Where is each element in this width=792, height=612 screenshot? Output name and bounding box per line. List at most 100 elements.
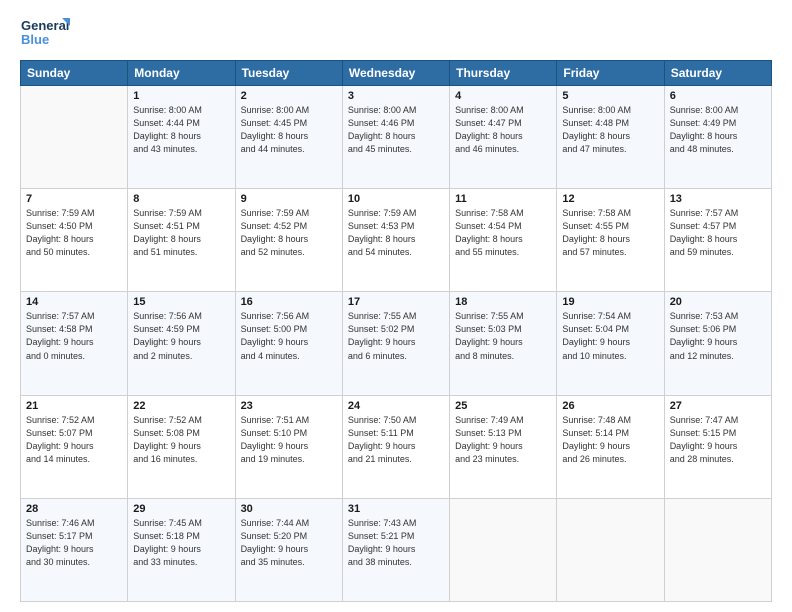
day-info: Sunrise: 8:00 AMSunset: 4:47 PMDaylight:…: [455, 104, 551, 156]
calendar-week-row: 1 Sunrise: 8:00 AMSunset: 4:44 PMDaylight…: [21, 86, 772, 189]
svg-text:Blue: Blue: [21, 32, 49, 47]
day-info: Sunrise: 8:00 AMSunset: 4:44 PMDaylight:…: [133, 104, 229, 156]
calendar-cell: [450, 498, 557, 601]
day-info: Sunrise: 7:57 AMSunset: 4:57 PMDaylight:…: [670, 207, 766, 259]
header-day: Monday: [128, 61, 235, 86]
header-day: Wednesday: [342, 61, 449, 86]
day-number: 11: [455, 193, 551, 205]
day-number: 22: [133, 400, 229, 412]
day-number: 13: [670, 193, 766, 205]
day-number: 6: [670, 90, 766, 102]
day-info: Sunrise: 8:00 AMSunset: 4:46 PMDaylight:…: [348, 104, 444, 156]
calendar-cell: 24Sunrise: 7:50 AMSunset: 5:11 PMDayligh…: [342, 395, 449, 498]
calendar-cell: 1 Sunrise: 8:00 AMSunset: 4:44 PMDaylight…: [128, 86, 235, 189]
header-row: SundayMondayTuesdayWednesdayThursdayFrid…: [21, 61, 772, 86]
calendar-cell: 29Sunrise: 7:45 AMSunset: 5:18 PMDayligh…: [128, 498, 235, 601]
calendar-cell: 28 Sunrise: 7:46 AMSunset: 5:17 PMDayligh…: [21, 498, 128, 601]
calendar-week-row: 14Sunrise: 7:57 AMSunset: 4:58 PMDayligh…: [21, 292, 772, 395]
header-day: Tuesday: [235, 61, 342, 86]
day-info: Sunrise: 7:55 AMSunset: 5:02 PMDaylight:…: [348, 310, 444, 362]
day-info: Sunrise: 7:45 AMSunset: 5:18 PMDaylight:…: [133, 517, 229, 569]
calendar-table: SundayMondayTuesdayWednesdayThursdayFrid…: [20, 60, 772, 602]
day-info: Sunrise: 7:52 AMSunset: 5:07 PMDaylight:…: [26, 414, 122, 466]
day-info: Sunrise: 7:52 AMSunset: 5:08 PMDaylight:…: [133, 414, 229, 466]
day-number: 28: [26, 503, 122, 515]
day-number: 9: [241, 193, 337, 205]
calendar-cell: 19 Sunrise: 7:54 AMSunset: 5:04 PMDayligh…: [557, 292, 664, 395]
day-number: 23: [241, 400, 337, 412]
day-info: Sunrise: 7:59 AMSunset: 4:50 PMDaylight:…: [26, 207, 122, 259]
calendar-cell: 17 Sunrise: 7:55 AMSunset: 5:02 PMDayligh…: [342, 292, 449, 395]
calendar-cell: 6 Sunrise: 8:00 AMSunset: 4:49 PMDaylight…: [664, 86, 771, 189]
calendar-cell: 9 Sunrise: 7:59 AMSunset: 4:52 PMDaylight…: [235, 189, 342, 292]
calendar-cell: 16 Sunrise: 7:56 AMSunset: 5:00 PMDayligh…: [235, 292, 342, 395]
calendar-cell: 7 Sunrise: 7:59 AMSunset: 4:50 PMDaylight…: [21, 189, 128, 292]
day-info: Sunrise: 7:47 AMSunset: 5:15 PMDaylight:…: [670, 414, 766, 466]
calendar-cell: 10 Sunrise: 7:59 AMSunset: 4:53 PMDayligh…: [342, 189, 449, 292]
page-header: General Blue: [20, 16, 772, 52]
day-number: 31: [348, 503, 444, 515]
day-info: Sunrise: 7:59 AMSunset: 4:51 PMDaylight:…: [133, 207, 229, 259]
day-info: Sunrise: 7:55 AMSunset: 5:03 PMDaylight:…: [455, 310, 551, 362]
day-info: Sunrise: 7:49 AMSunset: 5:13 PMDaylight:…: [455, 414, 551, 466]
calendar-cell: 27 Sunrise: 7:47 AMSunset: 5:15 PMDayligh…: [664, 395, 771, 498]
day-number: 7: [26, 193, 122, 205]
calendar-cell: 14Sunrise: 7:57 AMSunset: 4:58 PMDayligh…: [21, 292, 128, 395]
day-info: Sunrise: 8:00 AMSunset: 4:49 PMDaylight:…: [670, 104, 766, 156]
calendar-cell: 18Sunrise: 7:55 AMSunset: 5:03 PMDayligh…: [450, 292, 557, 395]
calendar-cell: 2Sunrise: 8:00 AMSunset: 4:45 PMDaylight…: [235, 86, 342, 189]
day-number: 2: [241, 90, 337, 102]
day-info: Sunrise: 7:43 AMSunset: 5:21 PMDaylight:…: [348, 517, 444, 569]
calendar-week-row: 7 Sunrise: 7:59 AMSunset: 4:50 PMDaylight…: [21, 189, 772, 292]
header-day: Sunday: [21, 61, 128, 86]
calendar-cell: 15 Sunrise: 7:56 AMSunset: 4:59 PMDayligh…: [128, 292, 235, 395]
calendar-week-row: 21 Sunrise: 7:52 AMSunset: 5:07 PMDayligh…: [21, 395, 772, 498]
day-number: 10: [348, 193, 444, 205]
day-number: 19: [562, 296, 658, 308]
day-number: 8: [133, 193, 229, 205]
day-info: Sunrise: 7:46 AMSunset: 5:17 PMDaylight:…: [26, 517, 122, 569]
calendar-cell: 25 Sunrise: 7:49 AMSunset: 5:13 PMDayligh…: [450, 395, 557, 498]
day-number: 21: [26, 400, 122, 412]
day-info: Sunrise: 7:58 AMSunset: 4:54 PMDaylight:…: [455, 207, 551, 259]
day-number: 16: [241, 296, 337, 308]
calendar-cell: 21 Sunrise: 7:52 AMSunset: 5:07 PMDayligh…: [21, 395, 128, 498]
day-number: 1: [133, 90, 229, 102]
calendar-cell: [557, 498, 664, 601]
day-info: Sunrise: 7:53 AMSunset: 5:06 PMDaylight:…: [670, 310, 766, 362]
day-info: Sunrise: 7:54 AMSunset: 5:04 PMDaylight:…: [562, 310, 658, 362]
calendar-cell: 23 Sunrise: 7:51 AMSunset: 5:10 PMDayligh…: [235, 395, 342, 498]
day-info: Sunrise: 7:51 AMSunset: 5:10 PMDaylight:…: [241, 414, 337, 466]
calendar-cell: 26Sunrise: 7:48 AMSunset: 5:14 PMDayligh…: [557, 395, 664, 498]
day-info: Sunrise: 7:56 AMSunset: 5:00 PMDaylight:…: [241, 310, 337, 362]
day-number: 15: [133, 296, 229, 308]
calendar-cell: 3Sunrise: 8:00 AMSunset: 4:46 PMDaylight…: [342, 86, 449, 189]
day-info: Sunrise: 7:44 AMSunset: 5:20 PMDaylight:…: [241, 517, 337, 569]
logo-svg: General Blue: [20, 16, 70, 52]
calendar-cell: 11 Sunrise: 7:58 AMSunset: 4:54 PMDayligh…: [450, 189, 557, 292]
calendar-cell: 4Sunrise: 8:00 AMSunset: 4:47 PMDaylight…: [450, 86, 557, 189]
day-number: 12: [562, 193, 658, 205]
day-info: Sunrise: 7:48 AMSunset: 5:14 PMDaylight:…: [562, 414, 658, 466]
day-number: 5: [562, 90, 658, 102]
day-info: Sunrise: 7:58 AMSunset: 4:55 PMDaylight:…: [562, 207, 658, 259]
header-day: Friday: [557, 61, 664, 86]
day-number: 25: [455, 400, 551, 412]
calendar-cell: 30Sunrise: 7:44 AMSunset: 5:20 PMDayligh…: [235, 498, 342, 601]
day-info: Sunrise: 7:59 AMSunset: 4:52 PMDaylight:…: [241, 207, 337, 259]
calendar-cell: 12 Sunrise: 7:58 AMSunset: 4:55 PMDayligh…: [557, 189, 664, 292]
day-number: 17: [348, 296, 444, 308]
calendar-cell: [664, 498, 771, 601]
calendar-cell: 8 Sunrise: 7:59 AMSunset: 4:51 PMDaylight…: [128, 189, 235, 292]
calendar-cell: [21, 86, 128, 189]
calendar-cell: 5 Sunrise: 8:00 AMSunset: 4:48 PMDaylight…: [557, 86, 664, 189]
header-day: Thursday: [450, 61, 557, 86]
calendar-cell: 31 Sunrise: 7:43 AMSunset: 5:21 PMDayligh…: [342, 498, 449, 601]
calendar-cell: 20 Sunrise: 7:53 AMSunset: 5:06 PMDayligh…: [664, 292, 771, 395]
day-info: Sunrise: 7:59 AMSunset: 4:53 PMDaylight:…: [348, 207, 444, 259]
day-info: Sunrise: 7:56 AMSunset: 4:59 PMDaylight:…: [133, 310, 229, 362]
day-number: 20: [670, 296, 766, 308]
day-number: 27: [670, 400, 766, 412]
calendar-week-row: 28 Sunrise: 7:46 AMSunset: 5:17 PMDayligh…: [21, 498, 772, 601]
day-info: Sunrise: 8:00 AMSunset: 4:48 PMDaylight:…: [562, 104, 658, 156]
